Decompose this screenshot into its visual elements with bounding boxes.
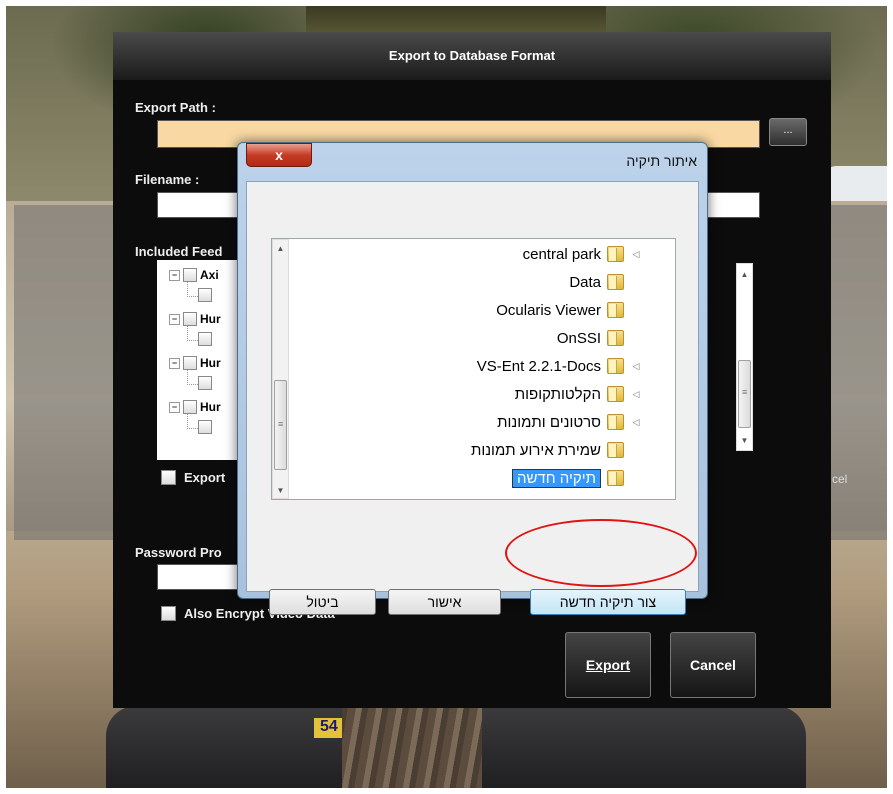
folder-icon (607, 330, 625, 346)
scroll-down-icon[interactable]: ▼ (737, 432, 752, 449)
checkbox-icon[interactable] (183, 400, 197, 414)
folder-name-edit[interactable]: תיקיה חדשה (511, 468, 601, 488)
folder-icon (607, 414, 625, 430)
underlying-panel-right (830, 205, 887, 540)
feed-child (187, 370, 212, 390)
folder-name: central park (522, 245, 601, 263)
cancel-button[interactable]: Cancel (670, 632, 756, 698)
folder-icon (607, 246, 625, 262)
folder-list[interactable]: ▲ ≡ ▼ central park ◁ Data Ocularis Viewer… (271, 238, 676, 500)
expand-arrow-icon[interactable]: ◁ (631, 417, 641, 428)
export-checkbox-label: Export (184, 470, 226, 485)
grip-icon: ≡ (278, 419, 284, 429)
folder-cancel-button[interactable]: ביטול (269, 589, 376, 615)
collapse-icon[interactable]: − (169, 313, 180, 325)
folder-item[interactable]: OnSSI (557, 326, 641, 350)
checkbox-icon[interactable] (198, 288, 212, 302)
scroll-thumb[interactable]: ≡ (738, 360, 751, 428)
folder-item[interactable]: central park ◁ (523, 242, 641, 266)
feed-node[interactable]: − Axi (169, 268, 219, 282)
collapse-icon[interactable]: − (169, 357, 180, 369)
left-scrollbar[interactable]: ▲ ≡ ▼ (272, 239, 289, 499)
export-path-label: Export Path : (135, 100, 216, 115)
feed-node[interactable]: − Hur (169, 312, 221, 326)
feed-node[interactable]: − Hur (169, 356, 221, 370)
expand-arrow-icon[interactable]: ◁ (631, 389, 641, 400)
folder-name: סרטונים ותמונות (497, 413, 601, 431)
included-feeds-label: Included Feed (135, 244, 223, 259)
folder-name: VS-Ent 2.2.1-Docs (476, 357, 601, 375)
checkbox-icon[interactable] (198, 420, 212, 434)
password-label: Password Pro (135, 545, 222, 560)
folder-item[interactable]: שמירת אירוע תמונות (471, 438, 641, 462)
folder-icon (607, 470, 625, 486)
export-checkbox[interactable] (161, 470, 176, 485)
browse-button[interactable]: ... (769, 118, 807, 146)
feed-child (187, 282, 212, 302)
highlight-annotation (505, 519, 697, 587)
feed-child (187, 414, 212, 434)
underlying-cancel-fragment: cel (832, 472, 848, 486)
folder-icon (607, 442, 625, 458)
collapse-icon[interactable]: − (169, 269, 180, 281)
expand-arrow-icon[interactable]: ◁ (631, 249, 641, 260)
folder-name: OnSSI (556, 329, 601, 347)
close-button[interactable]: x (246, 143, 312, 167)
checkbox-icon[interactable] (183, 268, 197, 282)
grip-icon: ≡ (742, 387, 748, 397)
export-button-label: Export (585, 657, 631, 673)
export-button[interactable]: Export (565, 632, 651, 698)
ok-button[interactable]: אישור (388, 589, 501, 615)
folder-icon (607, 302, 625, 318)
folder-item[interactable]: סרטונים ותמונות ◁ (497, 410, 641, 434)
feed-label: Hur (200, 356, 221, 370)
parked-car (826, 166, 887, 206)
folder-name: שמירת אירוע תמונות (470, 441, 601, 459)
folder-item[interactable]: הקלטותקופות ◁ (515, 382, 641, 406)
feed-label: Hur (200, 312, 221, 326)
filename-label: Filename : (135, 172, 200, 187)
folder-item[interactable]: VS-Ent 2.2.1-Docs ◁ (477, 354, 641, 378)
folder-name: Data (569, 273, 601, 291)
folder-dialog-title: איתור תיקיה (626, 153, 697, 169)
folder-item[interactable]: Data (569, 270, 641, 294)
scroll-up-icon[interactable]: ▲ (737, 266, 752, 283)
feed-child (187, 326, 212, 346)
scroll-thumb[interactable]: ≡ (274, 380, 287, 470)
checkbox-icon[interactable] (198, 332, 212, 346)
collapse-icon[interactable]: − (169, 401, 180, 413)
feed-label: Hur (200, 400, 221, 414)
checkbox-icon[interactable] (183, 356, 197, 370)
folder-icon (607, 386, 625, 402)
feed-node[interactable]: − Hur (169, 400, 221, 414)
folder-name: הקלטותקופות (514, 385, 601, 403)
folder-name: Ocularis Viewer (496, 301, 601, 319)
folder-icon (607, 358, 625, 374)
folder-icon (607, 274, 625, 290)
feeds-scrollbar[interactable]: ▲ ≡ ▼ (736, 263, 753, 451)
encrypt-checkbox[interactable] (161, 606, 176, 621)
expand-arrow-icon[interactable]: ◁ (631, 361, 641, 372)
export-checkbox-row[interactable]: Export (161, 470, 225, 485)
new-folder-button[interactable]: צור תיקיה חדשה (530, 589, 686, 615)
scroll-up-icon[interactable]: ▲ (273, 240, 288, 257)
folder-item[interactable]: Ocularis Viewer (496, 298, 641, 322)
export-dialog-title: Export to Database Format (113, 32, 831, 80)
folder-item-selected[interactable]: תיקיה חדשה (511, 466, 641, 490)
checkbox-icon[interactable] (198, 376, 212, 390)
scroll-down-icon[interactable]: ▼ (273, 482, 288, 499)
checkbox-icon[interactable] (183, 312, 197, 326)
feed-label: Axi (200, 268, 219, 282)
